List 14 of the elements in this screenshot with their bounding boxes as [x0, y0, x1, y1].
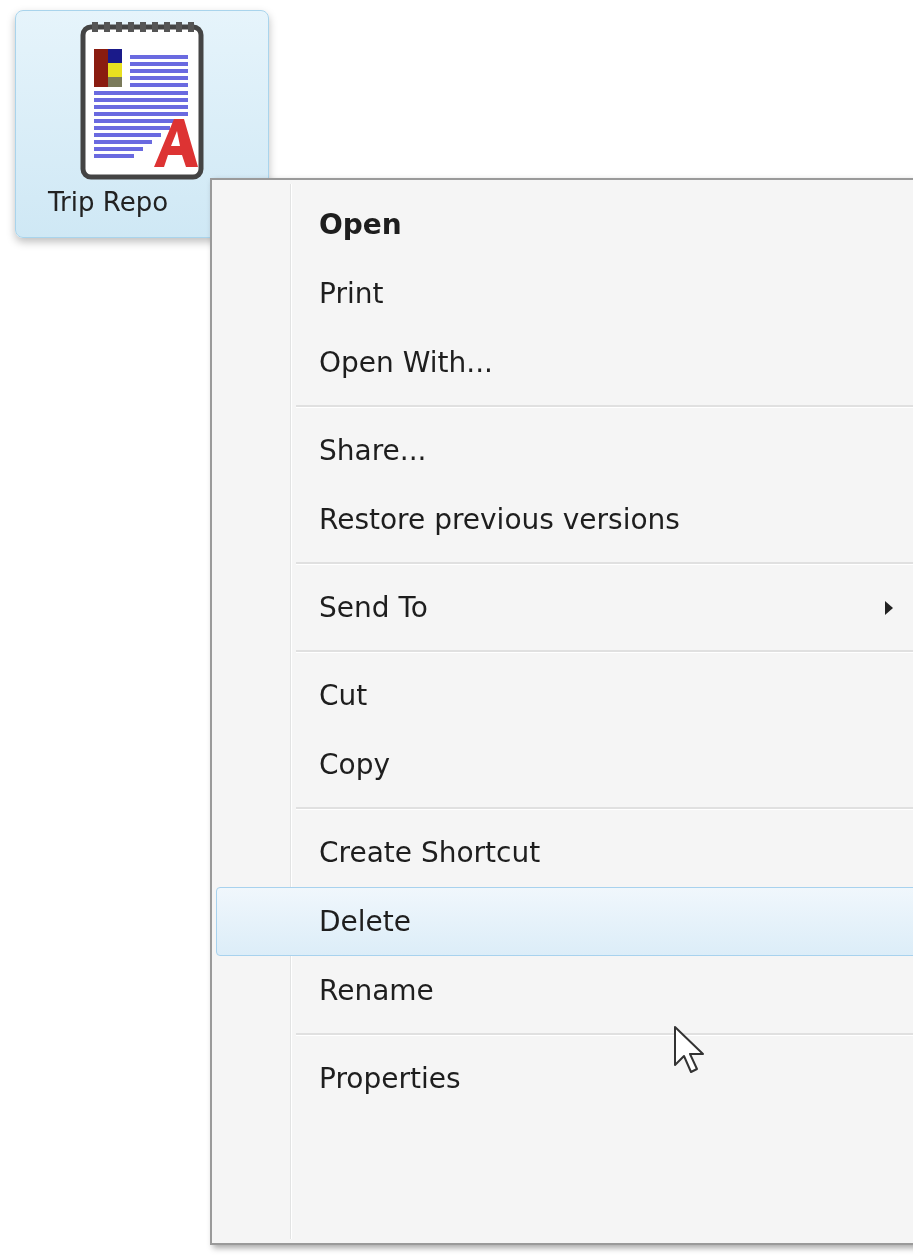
menu-item[interactable]: Rename	[216, 956, 913, 1025]
menu-item[interactable]: Properties	[216, 1044, 913, 1113]
document-icon	[80, 19, 204, 181]
menu-item[interactable]: Share...	[216, 416, 913, 485]
menu-item[interactable]: Open With...	[216, 328, 913, 397]
menu-item[interactable]: Print	[216, 259, 913, 328]
menu-item[interactable]: Restore previous versions	[216, 485, 913, 554]
menu-item[interactable]: Cut	[216, 661, 913, 730]
icon-label: Trip Repo	[48, 187, 169, 217]
menu-item[interactable]: Copy	[216, 730, 913, 799]
desktop-icon[interactable]: Trip Repo	[15, 10, 269, 238]
menu-item[interactable]: Delete	[216, 887, 913, 956]
menu-item[interactable]: Send To	[216, 573, 913, 642]
menu-item[interactable]: Create Shortcut	[216, 818, 913, 887]
